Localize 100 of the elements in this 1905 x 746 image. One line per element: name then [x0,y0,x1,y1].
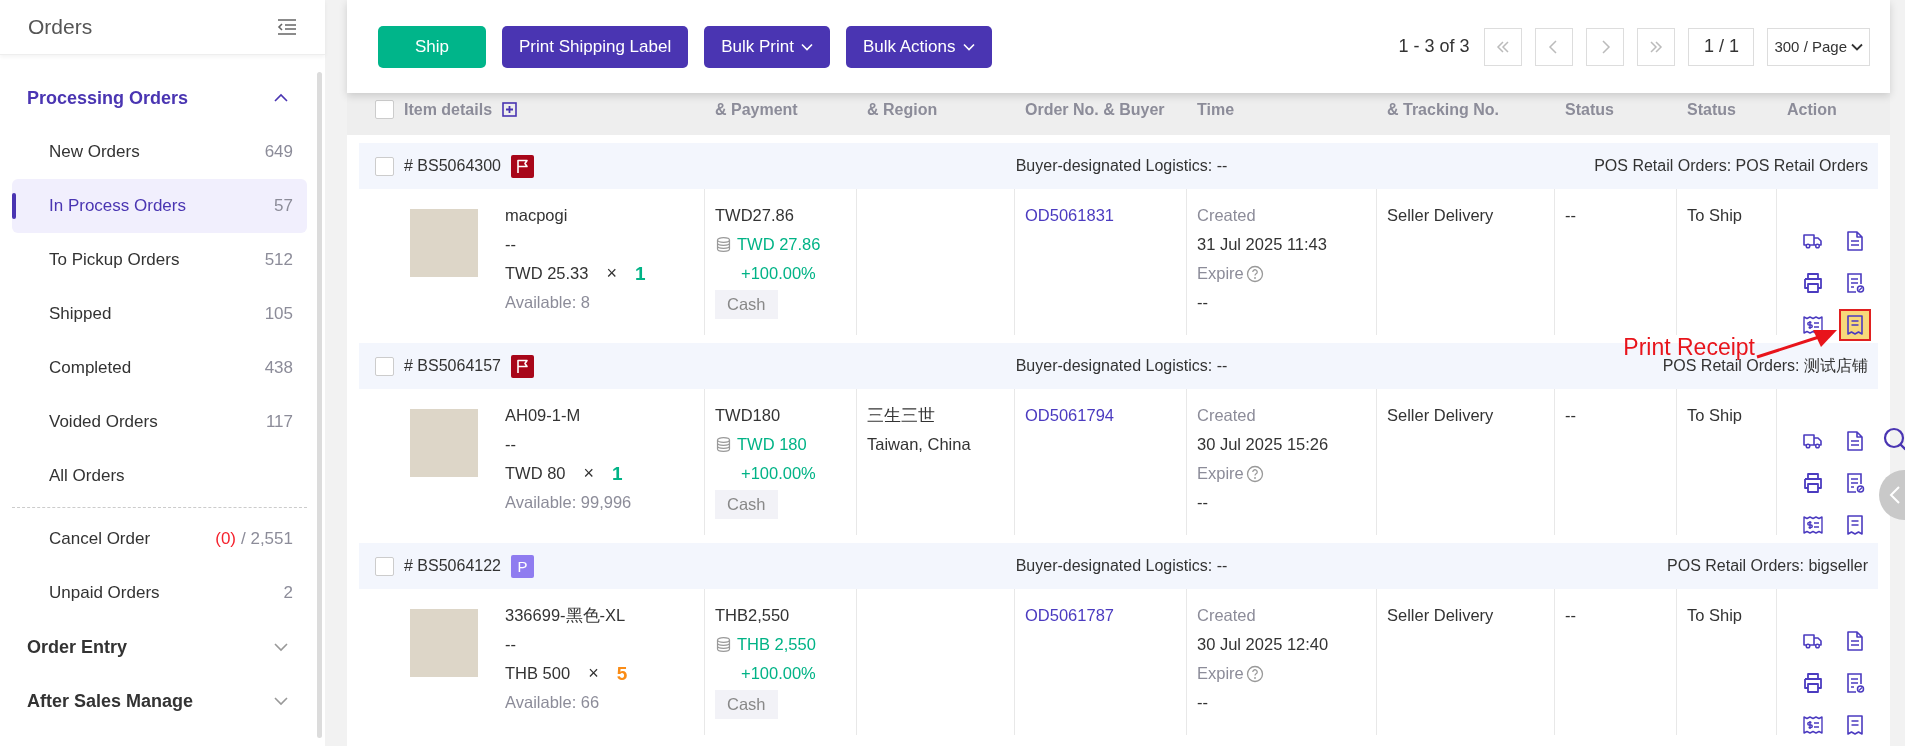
expire-value: -- [1197,692,1208,713]
dropdown-button[interactable]: Bulk Actions [845,25,992,68]
unit-price: TWD 25.33 [505,263,589,284]
nav-item[interactable]: Cancel Order (0) / 2,551 [12,512,307,566]
page-size-select[interactable]: 300 / Page [1767,27,1870,66]
nav-item[interactable]: Shipped 105 [12,287,307,341]
receipt-icon[interactable] [1839,309,1871,341]
page-field[interactable]: 1 / 1 [1688,27,1755,66]
caret-icon [962,42,975,51]
store-text: POS Retail Orders: bigseller [1667,557,1868,575]
payment-tag: Cash [715,690,778,719]
nav-item[interactable]: Voided Orders 117 [12,395,307,449]
recipient-name: 三生三世 [867,405,935,426]
time-label: Created [1197,205,1256,226]
quantity: 5 [616,662,628,686]
expire-label: Expire [1197,463,1244,484]
nav-section-header[interactable]: After Sales Manage [12,674,307,728]
shipping-method: Seller Delivery [1387,605,1494,626]
quantity: 1 [634,262,646,286]
order-id: # BS5064157 [404,357,501,375]
column-header: Status [1687,101,1736,119]
paid-amount: TWD 180 [737,434,807,455]
order-id: # BS5064300 [404,157,501,175]
nav-item[interactable]: To Pickup Orders 512 [12,233,307,287]
dropdown-button[interactable]: Bulk Print [704,25,830,68]
caret-icon [1851,42,1863,51]
caret-icon [800,42,813,51]
expire-label: Expire [1197,263,1244,284]
order-total: TWD27.86 [715,205,794,226]
multiply-sign: × [606,262,617,285]
column-header: & Tracking No. [1387,101,1500,119]
time-label: Created [1197,605,1256,626]
logistics-text: Buyer-designated Logistics: -- [1015,357,1228,375]
column-header: & Payment [715,101,798,119]
checkbox[interactable] [375,556,394,576]
product-name: 336699-黑色-XL [505,605,626,626]
plus-square-icon[interactable] [502,102,518,117]
logistics-text: Buyer-designated Logistics: -- [1015,557,1228,575]
last-page-icon [1648,38,1665,55]
stock-text: Available: 8 [505,292,590,313]
coins-icon [715,636,732,653]
unit-price: THB 500 [505,663,571,684]
checkbox[interactable] [375,356,394,376]
variant-text: -- [505,234,516,255]
checkbox[interactable] [375,100,394,119]
logistics-text: Buyer-designated Logistics: -- [1015,157,1228,175]
order-status: To Ship [1687,405,1743,426]
order-total: TWD180 [715,405,781,426]
quantity: 1 [612,462,623,486]
column-header: & Region [867,101,938,119]
nav-item[interactable]: New Orders 649 [12,125,307,179]
print-button[interactable]: Print Shipping Label [502,25,689,68]
nav-section-header[interactable]: Processing Orders [12,71,307,125]
platform-badge: P [511,554,534,578]
order-number-link[interactable]: OD5061794 [1025,401,1114,430]
help-icon[interactable] [1245,464,1264,483]
order-number-link[interactable]: OD5061787 [1025,601,1114,630]
marketplace-status: -- [1565,605,1576,626]
marketplace-status: -- [1565,405,1576,426]
help-icon[interactable] [1245,264,1264,283]
page-range: 1 - 3 of 3 [1398,36,1470,57]
shipping-method: Seller Delivery [1387,205,1494,226]
shipping-method: Seller Delivery [1387,405,1494,426]
checkbox[interactable] [375,156,394,176]
flag-icon [511,354,534,378]
nav-item[interactable]: Completed 438 [12,341,307,395]
order-status: To Ship [1687,605,1743,626]
unit-price: TWD 80 [505,463,566,484]
order-id: # BS5064122 [404,557,501,575]
store-text: POS Retail Orders: POS Retail Orders [1594,157,1868,175]
region-text: Taiwan, China [867,434,971,455]
column-header: Time [1197,101,1235,119]
created-time: 30 Jul 2025 12:40 [1197,634,1329,655]
photo-placeholder [410,409,478,477]
first-page-icon [1495,38,1512,55]
photo-placeholder [410,209,478,277]
created-time: 30 Jul 2025 15:26 [1197,434,1329,455]
expire-value: -- [1197,492,1208,513]
help-icon[interactable] [1245,664,1264,683]
flag-icon [511,154,534,178]
column-header: Order No. & Buyer [1025,101,1165,119]
variant-text: -- [505,434,516,455]
order-number-link[interactable]: OD5061831 [1025,201,1114,230]
payment-tag: Cash [715,290,778,319]
order-total: THB2,550 [715,605,790,626]
order-status: To Ship [1687,205,1743,226]
variant-text: -- [505,634,516,655]
coins-icon [715,436,732,453]
stock-text: Available: 99,996 [505,492,632,513]
nav-item[interactable]: Unpaid Orders 2 [12,566,307,620]
paid-amount: TWD 27.86 [737,234,821,255]
column-header: Item details [404,100,493,119]
paid-percent: +100.00% [741,263,816,284]
payment-tag: Cash [715,490,778,519]
chevron-icon [1889,485,1901,505]
expire-label: Expire [1197,663,1244,684]
collapse-menu-icon[interactable] [277,19,297,35]
nav-section-header[interactable]: Order Entry [12,620,307,674]
nav-item[interactable]: In Process Orders 57 [12,179,307,233]
nav-item[interactable]: All Orders [12,449,307,503]
